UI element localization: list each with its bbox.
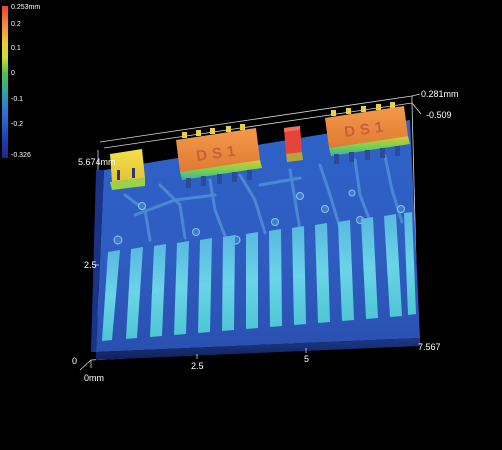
red-smd-component: [284, 126, 303, 162]
ic-chip-right: DS1: [325, 102, 410, 164]
3d-scene[interactable]: DS1 DS1: [0, 0, 502, 450]
z-axis-max-label: 0.281mm: [421, 89, 459, 99]
y-axis-origin-label: 0: [72, 356, 78, 366]
x-axis-tick-label: 5: [304, 354, 310, 364]
3d-surface-viewer[interactable]: 0.253mm 0.2 0.1 0 -0.1 -0.2 -0.326 DS1 D…: [0, 0, 502, 450]
x-axis-tick-label: 2.5: [191, 361, 204, 371]
small-smd-component-left: [110, 149, 145, 190]
x-axis-origin-label: 0mm: [84, 373, 104, 383]
y-axis-max-label: 5.674mm: [78, 157, 116, 167]
x-axis-max-label: 7.567: [418, 342, 441, 352]
y-axis-tick-label: 2.5: [84, 260, 97, 270]
z-axis-min-label: -0.509: [426, 110, 452, 120]
ic-chip-center: DS1: [176, 124, 262, 188]
